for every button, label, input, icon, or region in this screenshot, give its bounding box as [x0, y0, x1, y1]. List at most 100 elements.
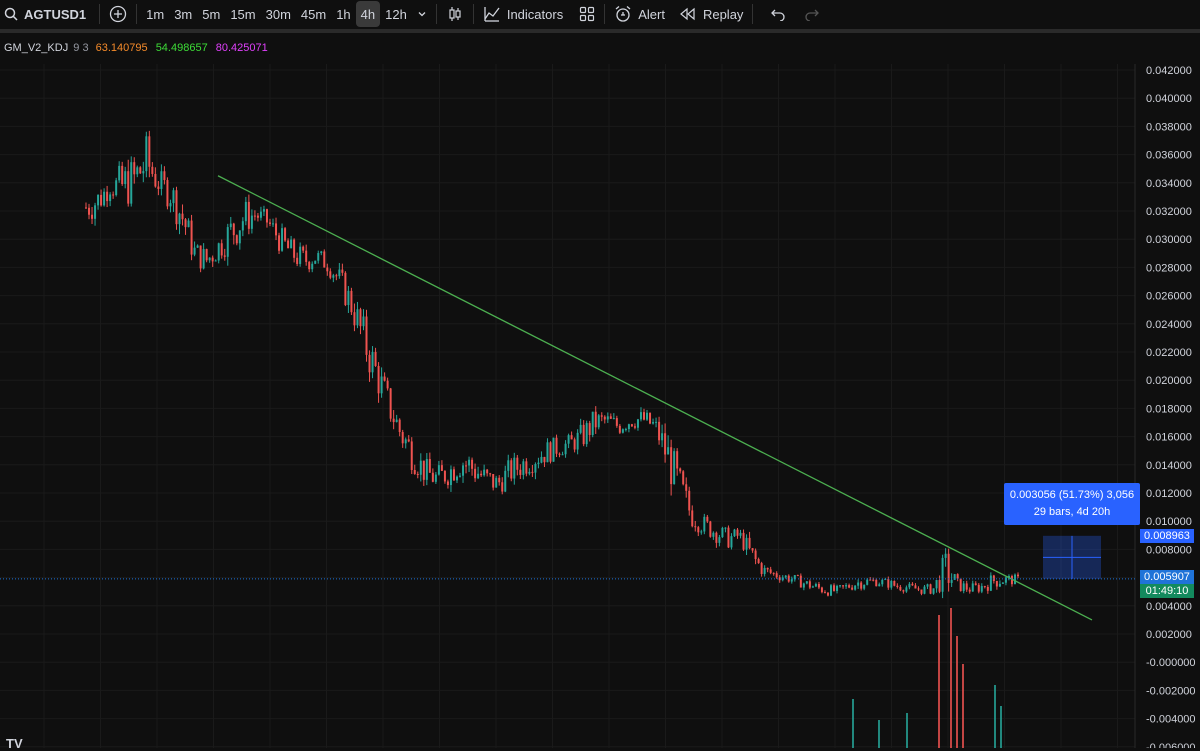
candle-body	[639, 412, 642, 420]
candle-body	[404, 439, 407, 444]
candle-body	[573, 439, 576, 450]
candle-body	[187, 220, 190, 228]
candle-body	[437, 465, 440, 475]
candle-body	[392, 418, 395, 423]
compare-symbol-button[interactable]	[104, 1, 132, 27]
timeframe-1h-button[interactable]: 1h	[331, 1, 355, 27]
candle-body	[344, 272, 347, 306]
indicator-d-value: 54.498657	[155, 42, 208, 54]
candle-body	[624, 429, 627, 431]
candle-body	[866, 579, 869, 585]
candle-body	[799, 575, 802, 588]
symbol-search-button[interactable]: AGTUSD1	[0, 1, 91, 27]
price-axis-label: 0.002000	[1146, 629, 1192, 641]
rewind-icon	[679, 7, 697, 21]
indicator-legend[interactable]: GM_V2_KDJ 9 3 63.140795 54.498657 80.425…	[4, 42, 268, 54]
candle-body	[965, 583, 968, 590]
candle-body	[371, 351, 374, 373]
candle-body	[259, 211, 262, 218]
candle-body	[106, 191, 109, 202]
candle-body	[603, 416, 606, 420]
price-axis-label: 0.014000	[1146, 460, 1192, 472]
candle-body	[256, 215, 259, 218]
timeframe-dropdown-button[interactable]	[412, 1, 432, 27]
volume-bar	[1000, 706, 1002, 748]
candle-body	[630, 424, 633, 427]
layouts-button[interactable]	[574, 1, 600, 27]
candle-body	[820, 587, 823, 593]
candle-body	[597, 415, 600, 428]
redo-button[interactable]	[799, 1, 825, 27]
candle-body	[688, 490, 691, 511]
candle-body	[863, 584, 866, 589]
timeframe-15m-button[interactable]: 15m	[225, 1, 260, 27]
candle-body	[468, 459, 471, 466]
candle-body	[570, 435, 573, 440]
candle-body	[486, 469, 489, 474]
price-axis-label: 0.010000	[1146, 516, 1192, 528]
candle-body	[989, 575, 992, 591]
candle-body	[501, 482, 504, 492]
candle-body	[142, 171, 145, 174]
candle-body	[151, 166, 154, 174]
alert-button[interactable]: Alert	[609, 1, 670, 27]
timeframe-1m-button[interactable]: 1m	[141, 1, 169, 27]
candle-body	[395, 419, 398, 423]
candle-body	[353, 312, 356, 326]
candle-body	[492, 474, 495, 488]
candle-body	[878, 584, 881, 587]
candle-body	[802, 583, 805, 588]
indicators-button[interactable]: Indicators	[478, 1, 568, 27]
candle-body	[633, 426, 636, 428]
candle-body	[178, 213, 181, 225]
candle-body	[757, 559, 760, 564]
candle-body	[941, 557, 944, 592]
candle-body	[727, 527, 730, 548]
candle-body	[226, 227, 229, 257]
timeframe-30m-button[interactable]: 30m	[261, 1, 296, 27]
top-toolbar: AGTUSD1 1m 3m 5m 15m 30m 45m 1h 4h 12h Indicator…	[0, 0, 1200, 28]
candle-body	[811, 586, 814, 588]
candle-body	[335, 275, 338, 277]
timeframe-45m-button[interactable]: 45m	[296, 1, 331, 27]
candle-body	[365, 316, 368, 355]
add-circle-icon	[109, 5, 127, 23]
candle-body	[591, 411, 594, 435]
candle-body	[817, 584, 820, 588]
candle-body	[94, 205, 97, 219]
candle-body	[296, 257, 299, 264]
timeframe-12h-button[interactable]: 12h	[380, 1, 412, 27]
timeframe-4h-button[interactable]: 4h	[355, 1, 381, 27]
replay-button[interactable]: Replay	[674, 1, 748, 27]
indicator-params: 9 3	[73, 42, 89, 54]
candle-body	[826, 592, 829, 596]
candle-body	[733, 529, 736, 537]
candle-body	[612, 418, 615, 420]
candle-body	[685, 484, 688, 491]
volume-bar	[950, 608, 952, 748]
candle-body	[377, 365, 380, 394]
undo-button[interactable]	[765, 1, 791, 27]
candle-body	[193, 247, 196, 255]
candle-body	[148, 136, 151, 167]
candle-body	[558, 453, 561, 455]
candle-body	[157, 186, 160, 189]
candle-body	[235, 235, 238, 244]
candle-body	[887, 578, 890, 588]
candle-body	[833, 585, 836, 591]
candle-body	[112, 194, 115, 196]
candle-body	[350, 290, 353, 313]
toolbar-divider	[435, 4, 437, 24]
timeframe-3m-button[interactable]: 3m	[169, 1, 197, 27]
candle-body	[386, 380, 389, 389]
candle-body	[166, 180, 169, 207]
symbol-label: AGTUSD1	[24, 6, 87, 22]
price-chart[interactable]: 0.042000 0.040000 0.038000 0.036000 0.034000…	[0, 64, 1200, 748]
candle-body	[1001, 582, 1004, 584]
candle-body	[763, 567, 766, 574]
indicators-label: Indicators	[506, 6, 564, 22]
chart-type-button[interactable]	[441, 1, 469, 27]
candle-body	[576, 432, 579, 450]
timeframe-5m-button[interactable]: 5m	[197, 1, 225, 27]
candle-body	[721, 527, 724, 538]
